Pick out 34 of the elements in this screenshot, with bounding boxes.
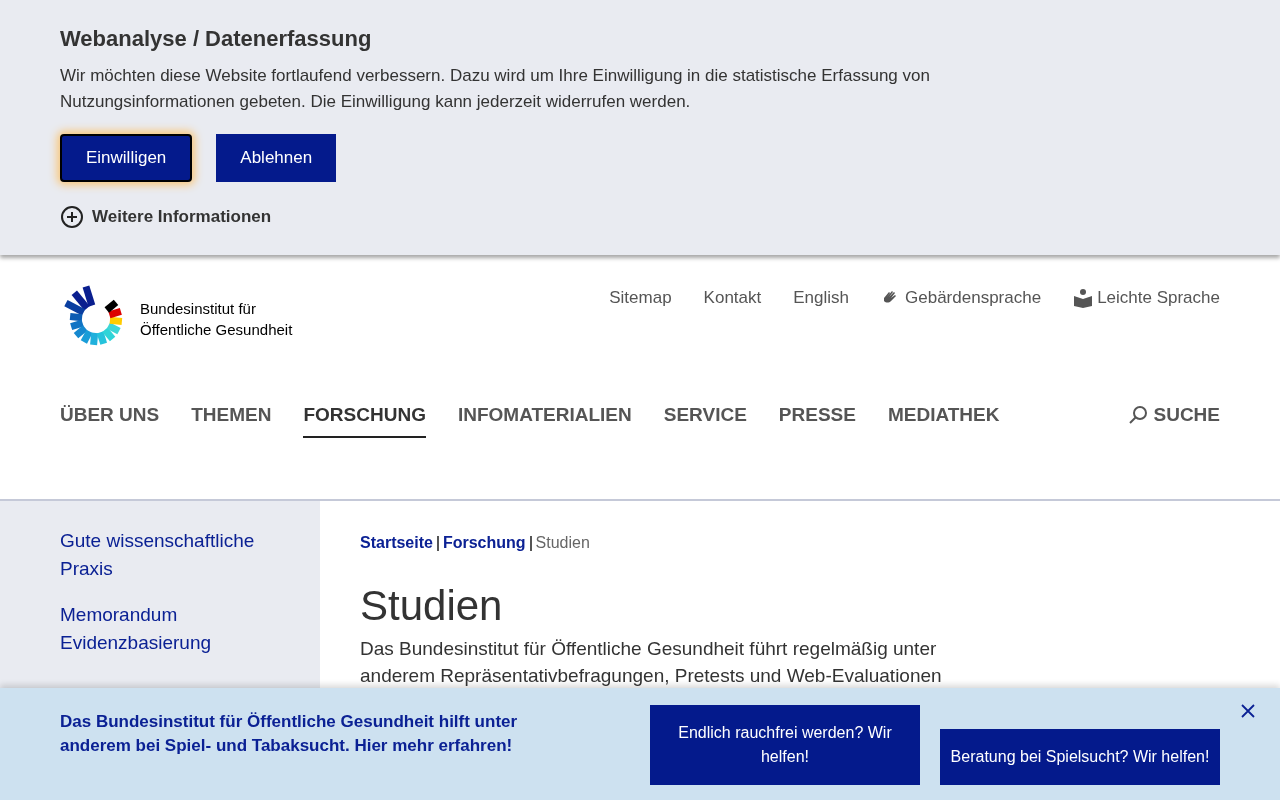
promo-button[interactable]: Endlich rauchfrei werden? Wir helfen! <box>650 705 920 785</box>
sidebar-link[interactable]: Memorandum Evidenzbasierung <box>60 601 280 657</box>
breadcrumb-link[interactable]: Forschung <box>442 531 526 555</box>
nav-tab[interactable]: FORSCHUNG <box>303 397 426 438</box>
service-link[interactable]: Sitemap <box>609 285 672 311</box>
nav-tab[interactable]: THEMEN <box>191 397 272 438</box>
sidebar-link[interactable]: Gute wissenschaftliche Praxis <box>60 527 280 583</box>
promo-text: Das Bundesinstitut für Öffentliche Gesundheit hilft unter anderem bei Spiel- und Tabaksucht. Hier mehr erfahren! <box>60 711 519 757</box>
breadcrumb-current-page: Studien <box>535 533 590 553</box>
breadcrumb-link[interactable]: Startseite <box>360 531 433 555</box>
service-link[interactable]: Leichte Sprache <box>1097 285 1220 311</box>
intro-text: Das Bundesinstitut für Öffentliche Gesundheit führt regelmäßig unter anderem Repräsentativbefragungen, Pretests und Web-Evaluationen <box>360 637 943 688</box>
consent-title: Webanalyse / Datenerfassung <box>60 25 373 53</box>
close-icon[interactable] <box>1241 704 1255 718</box>
decline-button[interactable]: Ablehnen <box>216 134 337 182</box>
more-info-link[interactable]: Weitere Informationen <box>92 204 272 230</box>
search-button[interactable]: SUCHE <box>1153 401 1220 430</box>
breadcrumb-separator <box>529 535 532 551</box>
page-heading: Studien <box>360 581 504 631</box>
plus-circle-icon <box>60 204 84 229</box>
service-link[interactable]: English <box>793 285 850 311</box>
breadcrumb-separator <box>436 535 439 551</box>
book-reader-icon <box>1073 287 1094 308</box>
service-link[interactable]: Gebärdensprache <box>905 285 1042 311</box>
consent-button[interactable]: Einwilligen <box>60 134 193 182</box>
promo-button[interactable]: Beratung bei Spielsucht? Wir helfen! <box>940 729 1220 785</box>
nav-tab[interactable]: MEDIATHEK <box>887 397 1000 438</box>
consent-text: Wir möchten diese Website fortlaufend verbessern. Dazu wird um Ihre Einwilligung in die statistische Erfassung von Nutzungsinformationen gebeten. Die Einwilligung kann jederzeit widerrufen werden. <box>60 65 931 113</box>
nav-tab[interactable]: ÜBER UNS <box>60 397 160 438</box>
nav-tab[interactable]: SERVICE <box>663 397 747 438</box>
nav-tab[interactable]: INFOMATERIALIEN <box>457 397 632 438</box>
service-link[interactable]: Kontakt <box>703 285 762 311</box>
logo-text: Bundesinstitut für Öffentliche Gesundheit <box>140 299 293 340</box>
nav-tab[interactable]: PRESSE <box>778 397 856 438</box>
